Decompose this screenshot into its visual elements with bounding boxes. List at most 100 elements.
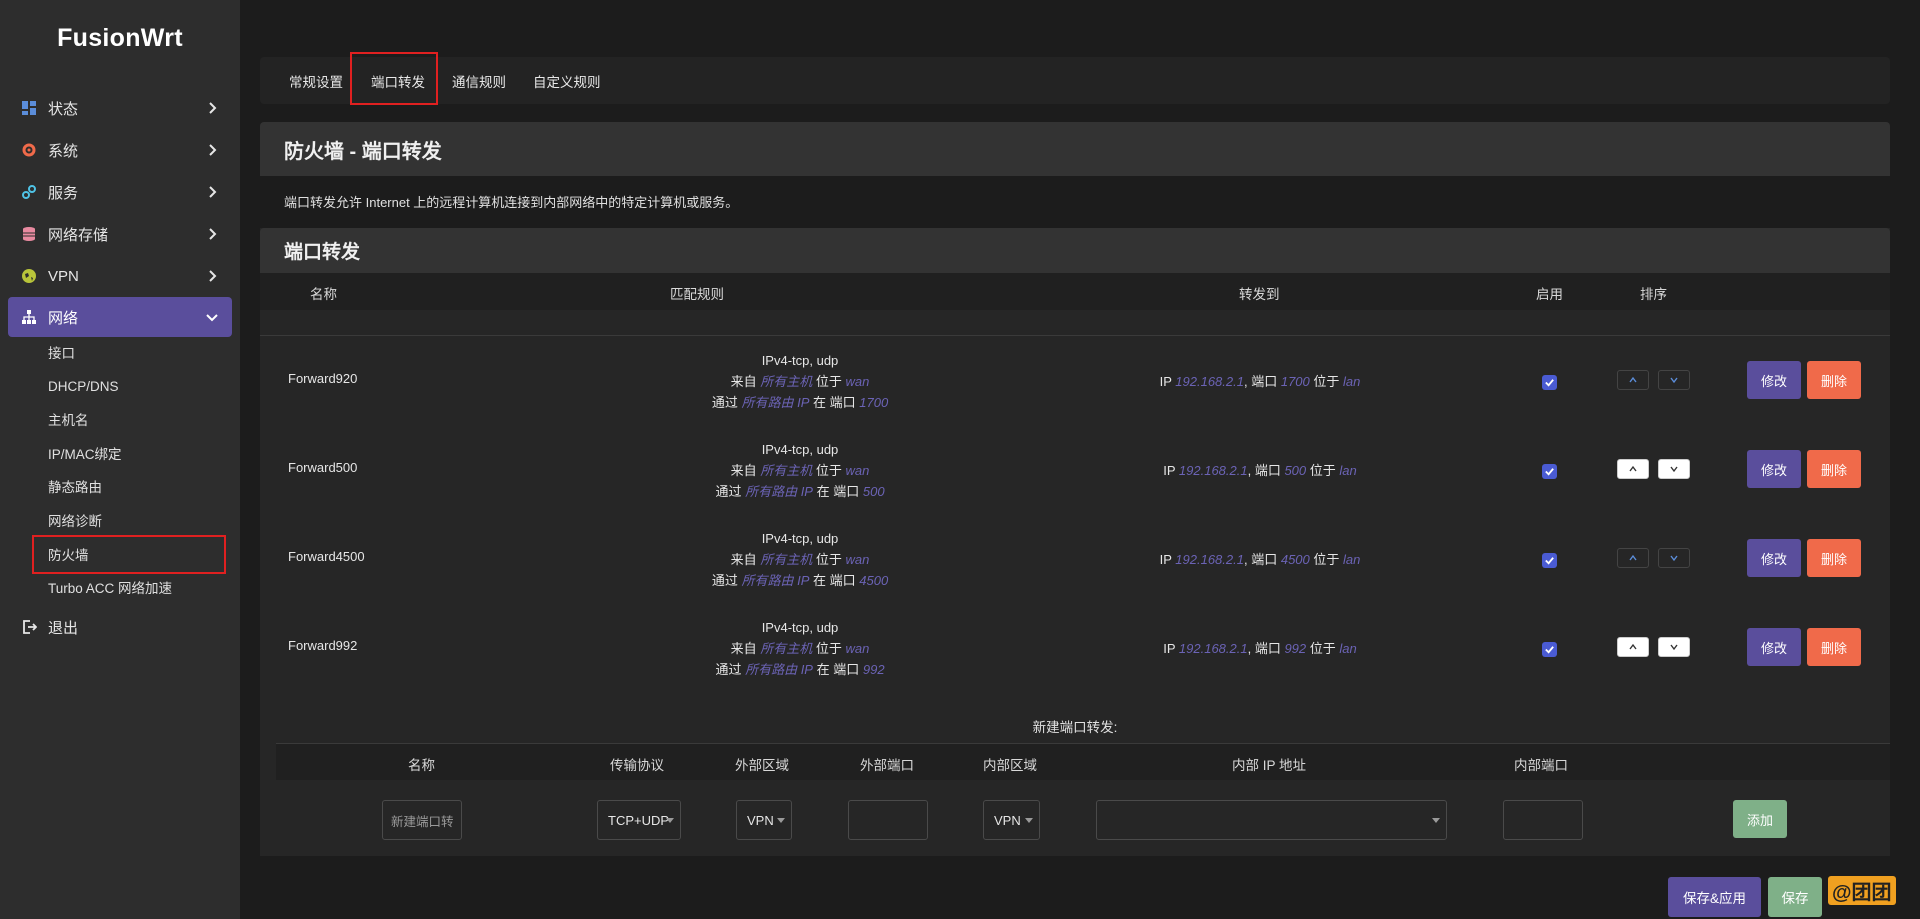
sidebar-item-system[interactable]: 系统: [8, 130, 232, 170]
new-header-int-port: 内部端口: [1514, 758, 1568, 773]
forward-target: IP 192.168.2.1, 端口 500 位于 lan: [1163, 463, 1357, 478]
table-spacer-row: [260, 310, 1890, 336]
caret-down-icon: [1025, 818, 1033, 823]
move-up-button[interactable]: [1617, 548, 1649, 568]
chevron-down-icon: [1670, 377, 1678, 384]
column-header-enabled: 启用: [1536, 287, 1563, 302]
match-protocol: IPv4-tcp, udp: [761, 531, 839, 546]
tab-highlight-box: [350, 52, 438, 105]
chevron-right-icon: [209, 144, 217, 156]
dashboard-icon: [20, 99, 38, 117]
firewall-highlight-box: [32, 535, 226, 574]
page-description: 端口转发允许 Internet 上的远程计算机连接到内部网络中的特定计算机或服务…: [284, 195, 739, 210]
sidebar-item-label: 系统: [48, 142, 79, 160]
int-port-input[interactable]: [1503, 800, 1583, 840]
move-up-button[interactable]: [1617, 370, 1649, 390]
enabled-checkbox[interactable]: [1542, 464, 1557, 479]
match-rule: IPv4-tcp, udp 来自 所有主机 位于 wan 通过 所有路由 IP …: [560, 439, 1040, 502]
page-title: 防火墙 - 端口转发: [260, 122, 1890, 176]
move-up-button[interactable]: [1617, 459, 1649, 479]
ext-port-input[interactable]: [848, 800, 928, 840]
move-down-button[interactable]: [1658, 637, 1690, 657]
watermark: @团团: [1828, 876, 1896, 905]
enabled-checkbox[interactable]: [1542, 553, 1557, 568]
sidebar-item-logout[interactable]: 退出: [8, 607, 232, 647]
chevron-right-icon: [209, 102, 217, 114]
enabled-checkbox[interactable]: [1542, 375, 1557, 390]
int-ip-select[interactable]: [1096, 800, 1447, 840]
sidebar-sub-ip-mac-binding[interactable]: IP/MAC绑定: [48, 445, 122, 465]
edit-button[interactable]: 修改: [1747, 450, 1801, 488]
database-icon: [20, 225, 38, 243]
sidebar-item-label: VPN: [48, 267, 79, 285]
match-protocol: IPv4-tcp, udp: [761, 353, 839, 368]
move-down-button[interactable]: [1658, 548, 1690, 568]
int-zone-select[interactable]: VPN: [983, 800, 1040, 840]
protocol-select[interactable]: TCP+UDP: [597, 800, 681, 840]
edit-button[interactable]: 修改: [1747, 361, 1801, 399]
sidebar-item-vpn[interactable]: VPN: [8, 256, 232, 296]
rule-name: Forward992: [288, 638, 358, 653]
save-apply-button[interactable]: 保存&应用: [1668, 877, 1761, 917]
match-rule: IPv4-tcp, udp 来自 所有主机 位于 wan 通过 所有路由 IP …: [560, 350, 1040, 413]
rule-name: Forward920: [288, 371, 358, 386]
match-rule: IPv4-tcp, udp 来自 所有主机 位于 wan 通过 所有路由 IP …: [560, 617, 1040, 680]
tab-custom-rules[interactable]: 自定义规则: [533, 71, 601, 91]
sidebar-item-storage[interactable]: 网络存储: [8, 214, 232, 254]
match-from: 来自 所有主机 位于 wan: [730, 552, 870, 567]
add-button[interactable]: 添加: [1733, 800, 1787, 838]
new-header-int-ip: 内部 IP 地址: [1232, 758, 1307, 773]
chevron-down-icon: [1670, 555, 1678, 562]
new-header-ext-port: 外部端口: [860, 758, 914, 773]
sidebar-item-label: 网络: [48, 309, 79, 327]
check-icon: [1545, 646, 1554, 654]
column-header-name: 名称: [310, 287, 337, 302]
caret-down-icon: [777, 818, 785, 823]
sidebar-sub-diagnostics[interactable]: 网络诊断: [48, 512, 102, 532]
globe-icon: [20, 267, 38, 285]
delete-button[interactable]: 删除: [1807, 450, 1861, 488]
delete-button[interactable]: 删除: [1807, 539, 1861, 577]
sidebar-sub-static-routes[interactable]: 静态路由: [48, 478, 102, 498]
move-down-button[interactable]: [1658, 459, 1690, 479]
match-via: 通过 所有路由 IP 在 端口 4500: [711, 573, 889, 588]
scrollbar[interactable]: [1908, 0, 1920, 919]
sidebar-sub-interfaces[interactable]: 接口: [48, 344, 75, 364]
move-down-button[interactable]: [1658, 370, 1690, 390]
delete-button[interactable]: 删除: [1807, 361, 1861, 399]
caret-down-icon: [1432, 818, 1440, 823]
tab-general[interactable]: 常规设置: [289, 71, 343, 91]
column-header-match: 匹配规则: [670, 287, 724, 302]
column-header-forward-to: 转发到: [1239, 287, 1280, 302]
tab-traffic-rules[interactable]: 通信规则: [452, 71, 506, 91]
move-up-button[interactable]: [1617, 637, 1649, 657]
logout-icon: [20, 618, 38, 636]
delete-button[interactable]: 删除: [1807, 628, 1861, 666]
sidebar-sub-dhcp-dns[interactable]: DHCP/DNS: [48, 377, 119, 397]
sidebar-item-status[interactable]: 状态: [8, 88, 232, 128]
new-name-input[interactable]: 新建端口转: [382, 800, 462, 840]
edit-button[interactable]: 修改: [1747, 628, 1801, 666]
match-from: 来自 所有主机 位于 wan: [730, 374, 870, 389]
brand-logo: FusionWrt: [57, 24, 183, 52]
chevron-down-icon: [1670, 466, 1678, 473]
chevron-down-icon: [1670, 644, 1678, 651]
ext-zone-select-value: VPN: [747, 812, 774, 828]
sidebar-item-network[interactable]: 网络: [8, 297, 232, 337]
chevron-up-icon: [1629, 554, 1637, 561]
sidebar-sub-turbo-acc[interactable]: Turbo ACC 网络加速: [48, 579, 172, 599]
chevron-right-icon: [209, 270, 217, 282]
enabled-checkbox[interactable]: [1542, 642, 1557, 657]
forward-target: IP 192.168.2.1, 端口 992 位于 lan: [1163, 641, 1357, 656]
match-protocol: IPv4-tcp, udp: [761, 620, 839, 635]
sidebar-item-services[interactable]: 服务: [8, 172, 232, 212]
new-header-int-zone: 内部区域: [983, 758, 1037, 773]
chevron-up-icon: [1629, 643, 1637, 650]
sidebar-sub-hostnames[interactable]: 主机名: [48, 411, 89, 431]
new-forward-header: [276, 743, 1890, 780]
save-button[interactable]: 保存: [1768, 877, 1822, 917]
sidebar-item-label: 服务: [48, 184, 79, 202]
watermark-text: @团团: [1828, 876, 1896, 905]
ext-zone-select[interactable]: VPN: [736, 800, 792, 840]
edit-button[interactable]: 修改: [1747, 539, 1801, 577]
